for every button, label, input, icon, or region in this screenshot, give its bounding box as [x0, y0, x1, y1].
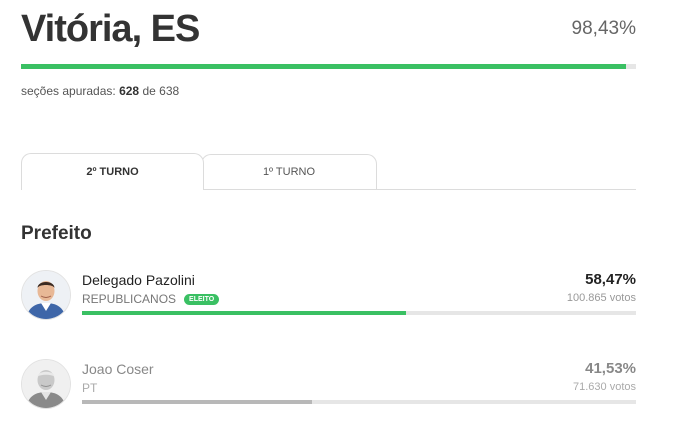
candidate-vote-bar — [82, 311, 636, 315]
candidate-name: Joao Coser — [82, 361, 154, 377]
candidate-row: Joao Coser PT 41,53% 71.630 votos — [21, 359, 636, 419]
candidate-vote-bar-fill — [82, 311, 406, 315]
candidate-vote-bar — [82, 400, 636, 404]
sections-total: 638 — [159, 84, 180, 98]
candidate-percent: 41,53% — [585, 360, 636, 377]
candidate-party: PT — [82, 381, 98, 395]
candidate-votes: 71.630 votos — [573, 381, 636, 393]
percent-counted: 98,43% — [571, 18, 636, 39]
sections-label: seções apuradas: — [21, 84, 116, 98]
counting-progress-bar — [21, 64, 636, 69]
sections-counted-value: 628 — [119, 84, 140, 98]
avatar — [21, 270, 71, 320]
candidate-votes: 100.865 votos — [566, 292, 636, 304]
sections-counted: seções apuradas: 628 de 638 — [21, 84, 179, 98]
candidate-name: Delegado Pazolini — [82, 272, 195, 288]
elected-badge: ELEITO — [184, 294, 220, 305]
candidate-vote-bar-fill — [82, 400, 313, 404]
avatar — [21, 359, 71, 409]
sections-of: de — [142, 84, 156, 98]
round-tabs: 1º TURNO 2º TURNO — [21, 153, 636, 190]
candidate-percent: 58,47% — [585, 271, 636, 288]
candidate-party-name: REPUBLICANOS — [82, 292, 177, 306]
city-title: Vitória, ES — [21, 8, 200, 50]
counting-progress-fill — [21, 64, 627, 69]
candidate-row: Delegado Pazolini REPUBLICANOS ELEITO 58,… — [21, 270, 636, 330]
tab-second-round[interactable]: 2º TURNO — [21, 153, 204, 190]
tab-first-round[interactable]: 1º TURNO — [201, 154, 377, 189]
office-title: Prefeito — [21, 223, 92, 244]
candidate-party: REPUBLICANOS ELEITO — [82, 292, 220, 306]
